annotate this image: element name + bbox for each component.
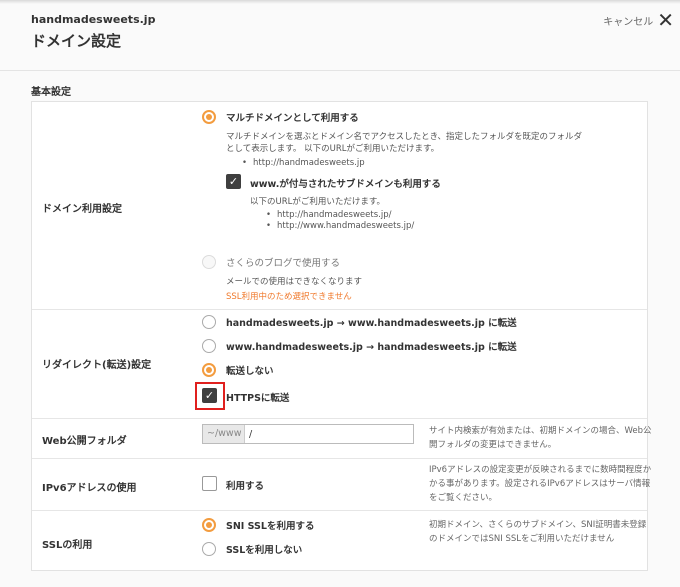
web-folder-prefix: ~/www [203,425,245,443]
section-title: 基本設定 [31,87,71,98]
redirect-option-none: 転送しない [226,366,274,377]
www-subdomain-checkbox[interactable]: ✓ [226,174,241,189]
redirect-row: リダイレクト(転送)設定 handmadesweets.jp → www.han… [32,310,647,419]
ssl-radio-sni[interactable] [202,518,216,532]
https-redirect-checkbox[interactable]: ✓ [202,388,217,403]
redirect-option-to-www: handmadesweets.jp → www.handmadesweets.j… [226,318,517,329]
ssl-row: SSLの利用 SNI SSLを利用する SSLを利用しない 初期ドメイン、さくら… [32,511,647,571]
www-subdomain-desc: 以下のURLがご利用いただけます。 [250,197,386,207]
multi-domain-label: マルチドメインとして利用する [226,113,359,124]
ssl-label: SSLの利用 [42,540,93,551]
header-divider [0,70,680,71]
web-folder-label: Web公開フォルダ [42,436,127,447]
redirect-option-to-bare: www.handmadesweets.jp → handmadesweets.j… [226,342,517,353]
blog-radio [202,255,216,269]
ssl-option-sni: SNI SSLを利用する [226,521,315,532]
multi-domain-url: http://handmadesweets.jp [242,158,365,168]
web-folder-field: ~/www [202,424,414,444]
ssl-option-none: SSLを利用しない [226,545,303,556]
domain-usage-label: ドメイン利用設定 [42,204,122,215]
ipv6-checkbox-label: 利用する [226,481,265,492]
web-folder-row: Web公開フォルダ ~/www サイト内検索が有効または、初期ドメインの場合、W… [32,419,652,459]
ipv6-note: IPv6アドレスの設定変更が反映されるまでに数時間程度かかる事があります。設定さ… [429,465,652,503]
ipv6-row: IPv6アドレスの使用 利用する IPv6アドレスの設定変更が反映されるまでに数… [32,459,651,511]
page-title: ドメイン設定 [31,32,122,50]
cancel-label: キャンセル [603,16,654,28]
ssl-warning: SSL利用中のため選択できません [226,292,352,302]
ipv6-label: IPv6アドレスの使用 [42,483,137,494]
settings-table: ドメイン利用設定 マルチドメインとして利用する マルチドメインを選ぶとドメイン名… [31,101,652,571]
domain-name: handmadesweets.jp [31,13,156,26]
top-shadow [0,0,680,4]
blog-note: メールでの使用はできなくなります [226,277,363,287]
close-icon[interactable]: ✕ [657,10,674,30]
multi-domain-radio[interactable] [202,110,216,124]
redirect-radio-to-www[interactable] [202,315,216,329]
www-url-1: http://handmadesweets.jp/ [266,210,391,220]
blog-label: さくらのブログで使用する [226,258,341,269]
web-folder-input[interactable] [245,425,413,443]
ssl-note: 初期ドメイン、さくらのサブドメイン、SNI証明書未登録のドメインではSNI SS… [429,520,647,544]
ssl-radio-none[interactable] [202,542,216,556]
ipv6-checkbox[interactable] [202,476,217,491]
www-url-2: http://www.handmadesweets.jp/ [266,221,414,231]
domain-usage-row: ドメイン利用設定 マルチドメインとして利用する マルチドメインを選ぶとドメイン名… [32,102,647,310]
web-folder-note: サイト内検索が有効または、初期ドメインの場合、Web公開フォルダの変更はできませ… [429,426,652,450]
multi-domain-desc-2: として表示します。 以下のURLがご利用いただけます。 [226,144,440,154]
redirect-radio-none[interactable] [202,363,216,377]
cancel-button[interactable]: キャンセル ✕ [603,10,674,30]
domain-settings-panel: handmadesweets.jp ドメイン設定 キャンセル ✕ 基本設定 ドメ… [0,0,680,587]
https-redirect-label: HTTPSに転送 [226,393,290,404]
multi-domain-desc-1: マルチドメインを選ぶとドメイン名でアクセスしたとき、指定したフォルダを既定のフォ… [226,132,582,142]
redirect-radio-to-bare[interactable] [202,339,216,353]
www-subdomain-label: www.が付与されたサブドメインも利用する [250,179,441,190]
redirect-label: リダイレクト(転送)設定 [42,360,152,371]
